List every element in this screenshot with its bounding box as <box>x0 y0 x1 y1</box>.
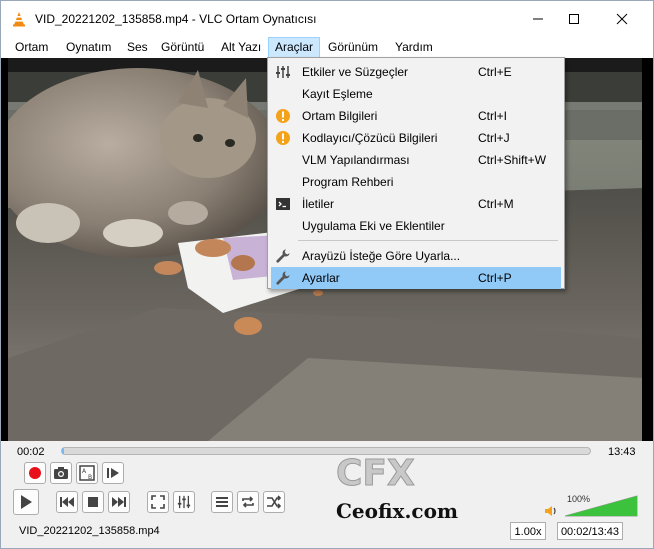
vlc-window: VID_20221202_135858.mp4 - VLC Ortam Oyna… <box>0 0 654 549</box>
status-time[interactable]: 00:02/13:43 <box>557 522 623 540</box>
menu-yardim[interactable]: Yardım <box>389 37 439 58</box>
close-button[interactable] <box>599 1 645 37</box>
record-icon <box>29 467 41 479</box>
info-icon <box>276 109 290 123</box>
next-button[interactable] <box>108 491 130 513</box>
maximize-icon <box>569 14 579 24</box>
fullscreen-button[interactable] <box>147 491 169 513</box>
menu-item-track-sync[interactable]: Kayıt Eşleme <box>271 83 561 105</box>
shuffle-button[interactable] <box>263 491 285 513</box>
seek-bar-fill <box>62 448 64 454</box>
play-button[interactable] <box>13 489 39 515</box>
menu-ses[interactable]: Ses <box>121 37 154 58</box>
vlc-cone-icon <box>13 12 25 27</box>
equalizer-icon <box>276 66 290 78</box>
watermark-site: Ceofix.com <box>336 499 459 523</box>
maximize-button[interactable] <box>551 1 597 37</box>
cfx-logo-icon: CFX <box>336 453 416 492</box>
speaker-icon[interactable] <box>544 504 560 518</box>
cfx-logo-text: CFX <box>336 453 415 491</box>
title-bar: VID_20221202_135858.mp4 - VLC Ortam Oyna… <box>1 1 653 37</box>
stop-icon <box>88 497 98 507</box>
menu-gorunum[interactable]: Görünüm <box>322 37 384 58</box>
play-icon <box>21 495 32 509</box>
menu-araclar[interactable]: Araçlar <box>268 37 321 58</box>
menu-item-codec-info[interactable]: Kodlayıcı/Çözücü Bilgileri Ctrl+J <box>271 127 561 149</box>
wrench-icon <box>276 249 290 263</box>
menu-alt-yazi[interactable]: Alt Yazı <box>215 37 267 58</box>
svg-text:B: B <box>88 474 92 481</box>
menu-separator <box>298 240 558 241</box>
terminal-icon <box>276 198 290 210</box>
frame-step-icon <box>107 468 119 478</box>
loop-ab-icon: A B <box>79 465 95 481</box>
close-icon <box>616 13 628 25</box>
menu-item-program-guide[interactable]: Program Rehberi <box>271 171 561 193</box>
info-icon <box>276 131 290 145</box>
status-filename: VID_20221202_135858.mp4 <box>19 525 160 537</box>
wrench-icon <box>276 271 290 285</box>
total-time: 13:43 <box>608 446 636 458</box>
next-icon <box>112 497 126 507</box>
menu-item-preferences[interactable]: Ayarlar Ctrl+P <box>271 267 561 289</box>
loop-button[interactable] <box>237 491 259 513</box>
minimize-icon <box>533 18 543 20</box>
equalizer-icon <box>177 495 191 509</box>
snapshot-button[interactable] <box>50 462 72 484</box>
shuffle-icon <box>267 495 282 509</box>
menu-item-customize-interface[interactable]: Arayüzü İsteğe Göre Uyarla... <box>271 245 561 267</box>
menu-oynatim[interactable]: Oynatım <box>60 37 117 58</box>
stop-button[interactable] <box>82 491 104 513</box>
svg-text:A: A <box>82 468 87 475</box>
frame-step-button[interactable] <box>102 462 124 484</box>
camera-icon <box>54 467 68 479</box>
record-button[interactable] <box>24 462 46 484</box>
loop-icon <box>242 496 254 508</box>
menu-item-effects-filters[interactable]: Etkiler ve Süzgeçler Ctrl+E <box>271 61 561 83</box>
extended-settings-button[interactable] <box>173 491 195 513</box>
previous-icon <box>60 497 74 507</box>
window-title: VID_20221202_135858.mp4 - VLC Ortam Oyna… <box>35 12 317 26</box>
menu-item-media-info[interactable]: Ortam Bilgileri Ctrl+I <box>271 105 561 127</box>
playback-speed[interactable]: 1.00x <box>510 522 546 540</box>
playlist-button[interactable] <box>211 491 233 513</box>
volume-percent: 100% <box>567 494 591 504</box>
loop-ab-button[interactable]: A B <box>76 462 98 484</box>
fullscreen-icon <box>151 495 165 509</box>
menu-ortam[interactable]: Ortam <box>9 37 54 58</box>
menu-bar: Ortam Oynatım Ses Görüntü Alt Yazı Araçl… <box>1 37 653 58</box>
menu-item-messages[interactable]: İletiler Ctrl+M <box>271 193 561 215</box>
tools-menu-dropdown: Etkiler ve Süzgeçler Ctrl+E Kayıt Eşleme… <box>267 57 565 289</box>
menu-item-vlm-config[interactable]: VLM Yapılandırması Ctrl+Shift+W <box>271 149 561 171</box>
elapsed-time: 00:02 <box>17 446 45 458</box>
menu-item-plugins[interactable]: Uygulama Eki ve Eklentiler <box>271 215 561 237</box>
seek-bar[interactable] <box>61 447 591 455</box>
menu-goruntu[interactable]: Görüntü <box>155 37 210 58</box>
playlist-icon <box>216 497 228 507</box>
previous-button[interactable] <box>56 491 78 513</box>
